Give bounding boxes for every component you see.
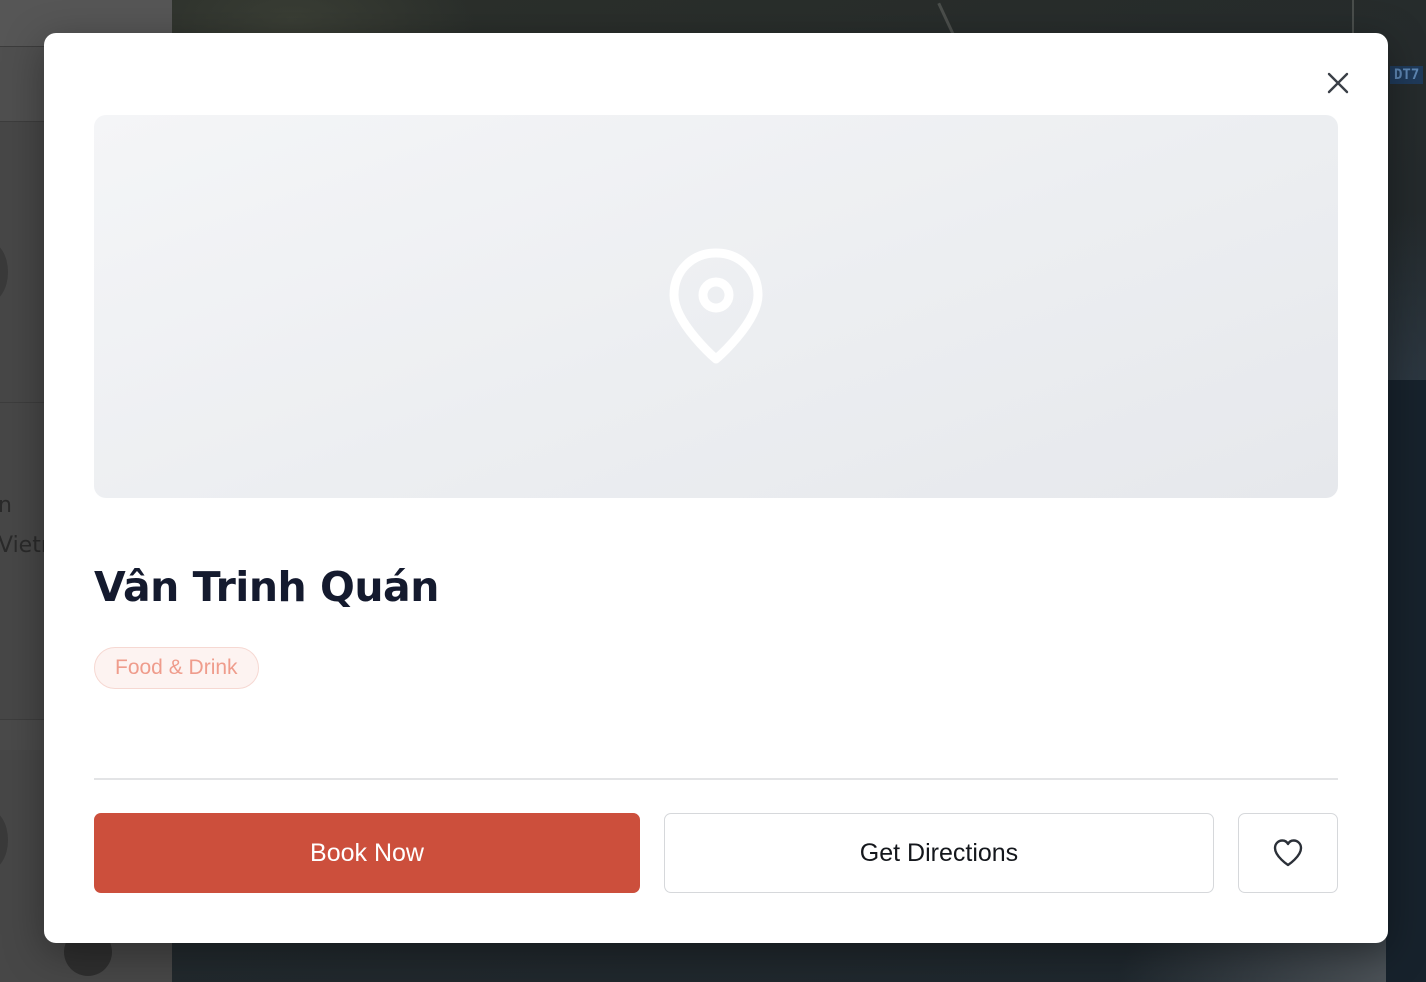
divider [94, 778, 1338, 780]
place-image-placeholder [94, 115, 1338, 498]
category-badge: Food & Drink [94, 647, 259, 689]
book-now-label: Book Now [310, 838, 424, 867]
map-sea [1386, 380, 1426, 982]
favorite-button[interactable] [1238, 813, 1338, 893]
map-pin-icon [669, 248, 763, 363]
get-directions-label: Get Directions [859, 838, 1019, 867]
book-now-button[interactable]: Book Now [94, 813, 640, 893]
close-button[interactable] [1322, 67, 1354, 99]
place-title: Vân Trinh Quán [94, 563, 439, 611]
get-directions-button[interactable]: Get Directions [664, 813, 1214, 893]
background-avatar [0, 242, 8, 302]
background-avatar [0, 810, 8, 870]
background-text: n [0, 493, 12, 518]
background-text: Vietr [0, 533, 50, 558]
place-detail-modal: Vân Trinh Quán Food & Drink Book Now Get… [44, 33, 1388, 943]
heart-icon [1273, 839, 1303, 867]
close-icon [1327, 72, 1349, 94]
map-road-label: DT7 [1390, 66, 1424, 84]
